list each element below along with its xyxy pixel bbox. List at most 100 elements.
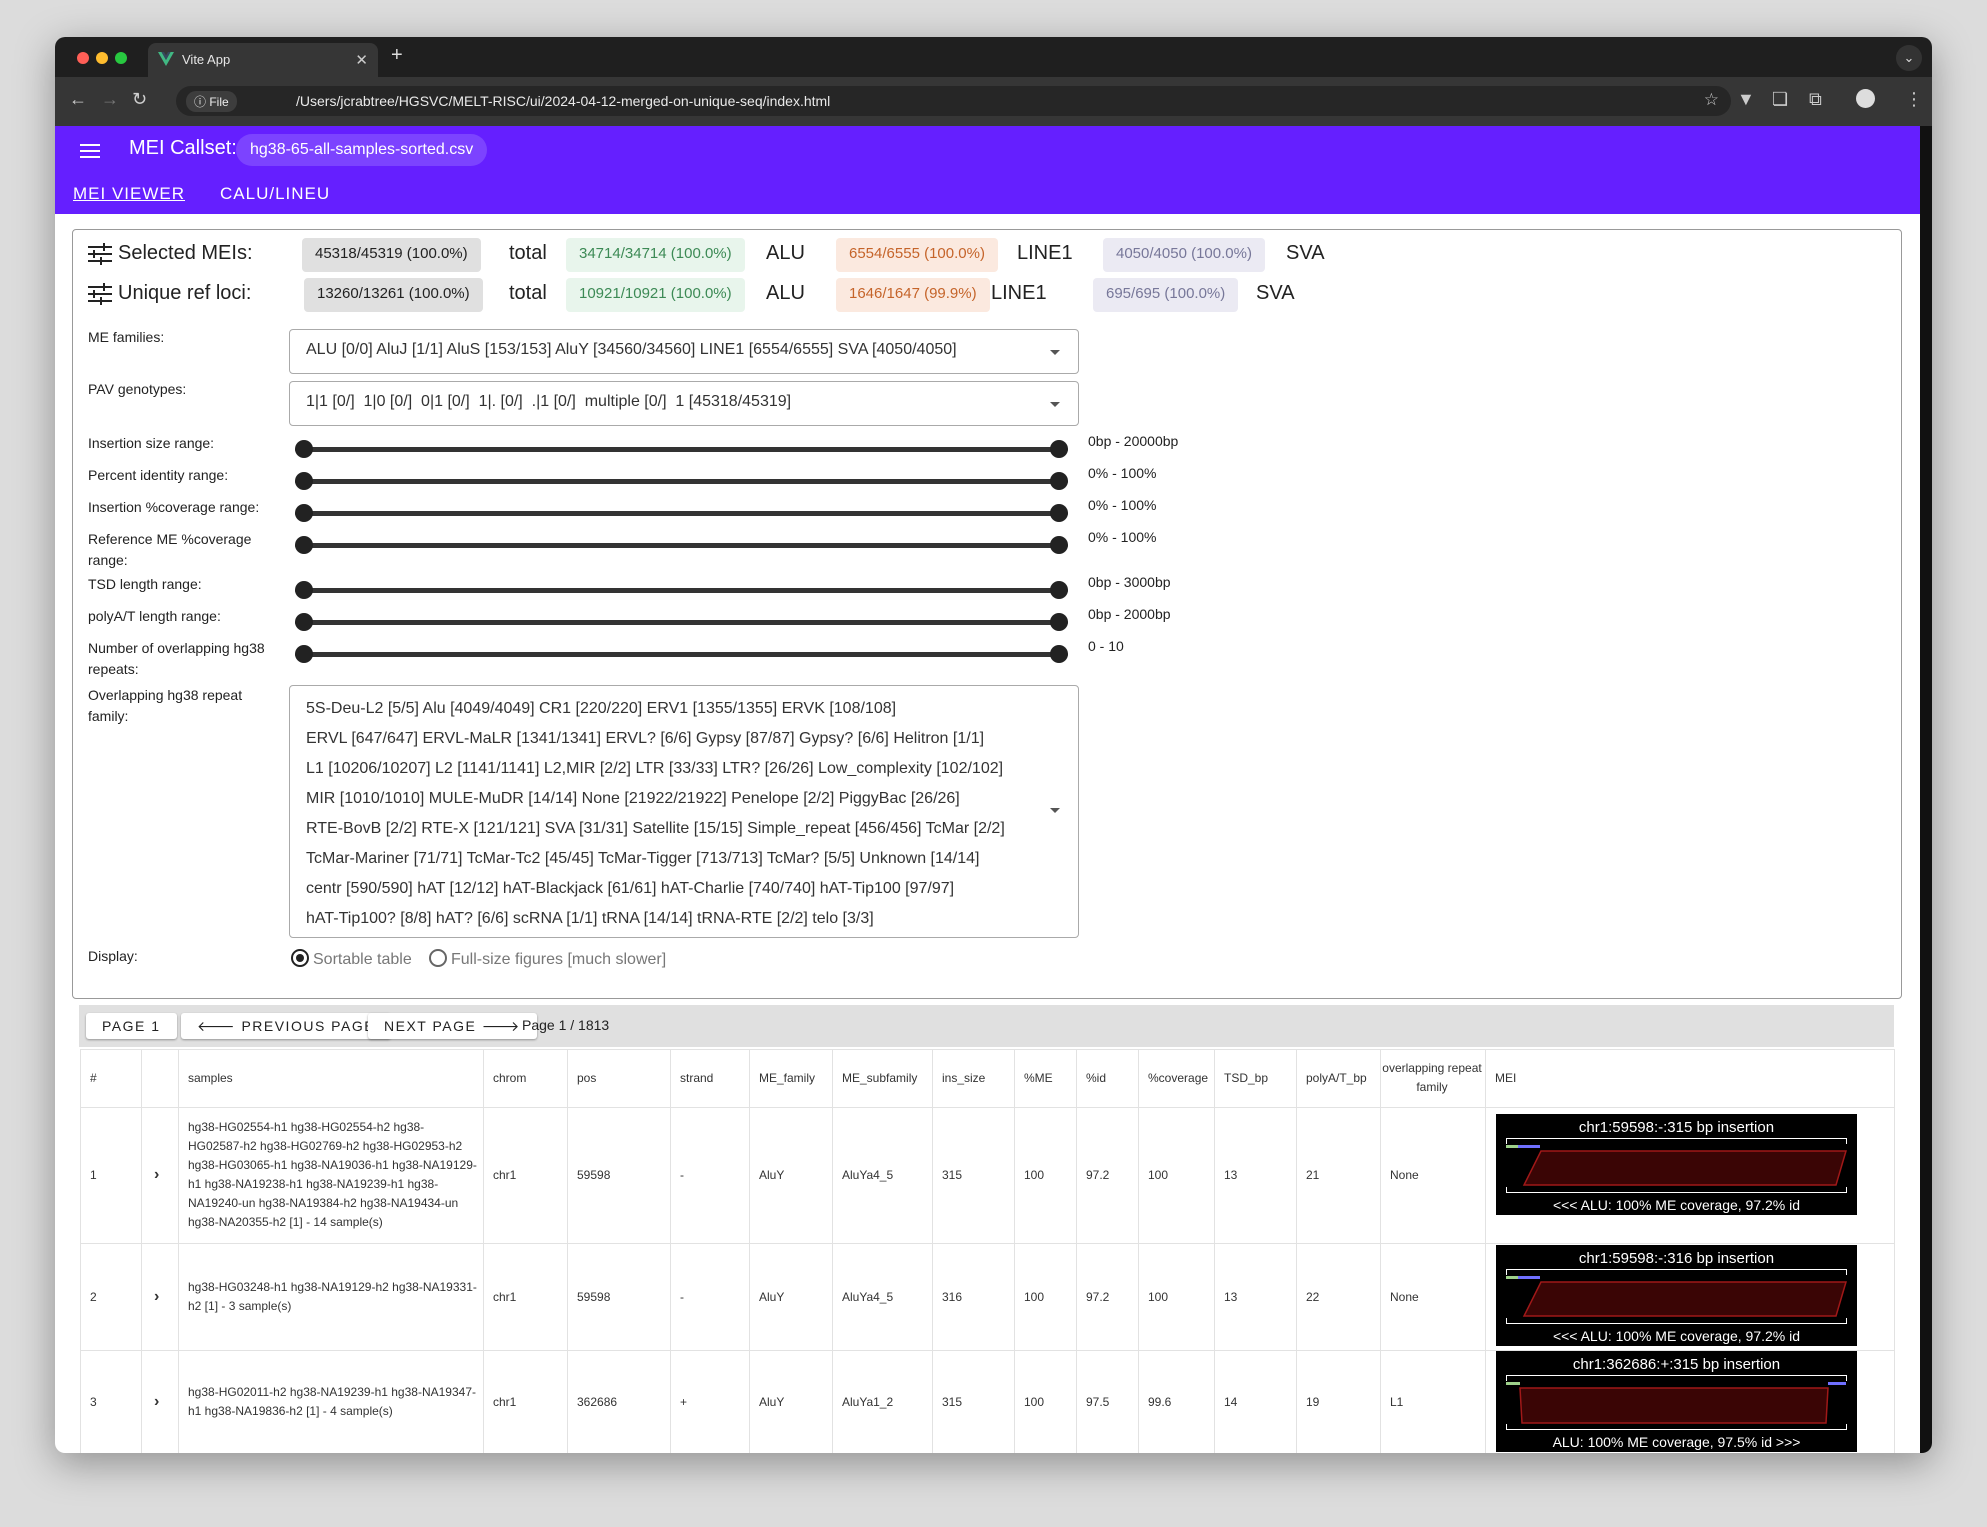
- slider-min-handle[interactable]: [295, 536, 313, 554]
- page-indicator: Page 1 / 1813: [522, 1017, 610, 1033]
- browser-menu-icon[interactable]: ⋮: [1905, 89, 1923, 110]
- slider-min-handle[interactable]: [295, 440, 313, 458]
- percent-id-cell: 97.5: [1086, 1394, 1110, 1409]
- column-header[interactable]: ins_size: [942, 1049, 985, 1107]
- site-info-badge[interactable]: ⓘ File: [186, 91, 237, 112]
- slider-max-handle[interactable]: [1050, 440, 1068, 458]
- chrom-cell: chr1: [493, 1394, 517, 1409]
- me-family-cell: AluY: [759, 1289, 785, 1304]
- tsd-length-slider[interactable]: [295, 581, 1068, 599]
- selected-meis-row: Selected MEIs: 45318/45319 (100.0%) tota…: [88, 238, 1325, 272]
- maximize-window-button[interactable]: [115, 52, 127, 64]
- tab-list-chevron-icon[interactable]: ⌄: [1896, 45, 1922, 71]
- insertion-size-slider[interactable]: [295, 440, 1068, 458]
- close-window-button[interactable]: [77, 52, 89, 64]
- slider-min-handle[interactable]: [295, 472, 313, 490]
- overlapping-repeats-slider[interactable]: [295, 645, 1068, 663]
- extension-v-icon[interactable]: ▼: [1737, 89, 1755, 110]
- new-tab-icon[interactable]: +: [391, 44, 403, 67]
- unique-alu-word: ALU: [766, 282, 805, 304]
- browser-toolbar: ← → ↻ ⓘ File /Users/jcrabtree/HGSVC/MELT…: [55, 77, 1932, 126]
- callset-label: MEI Callset:: [129, 137, 237, 159]
- percent-identity-slider[interactable]: [295, 472, 1068, 490]
- page-scrollbar[interactable]: [1920, 126, 1932, 1453]
- column-header[interactable]: polyA/T_bp: [1306, 1049, 1367, 1107]
- slider-min-handle[interactable]: [295, 645, 313, 663]
- slider-max-handle[interactable]: [1050, 645, 1068, 663]
- column-header[interactable]: %ME: [1024, 1049, 1053, 1107]
- me-families-select[interactable]: ALU [0/0] AluJ [1/1] AluS [153/153] AluY…: [289, 329, 1079, 374]
- repeat-family-line: ERVL [647/647] ERVL-MaLR [1341/1341] ERV…: [306, 730, 985, 747]
- bookmark-star-icon[interactable]: ☆: [1704, 90, 1719, 110]
- extensions-puzzle-icon[interactable]: ⧉: [1809, 89, 1822, 110]
- display-sortable-table-radio[interactable]: Sortable table: [291, 949, 412, 969]
- repeat-family-line: MIR [1010/1010] MULE-MuDR [14/14] None […: [306, 790, 960, 807]
- column-header[interactable]: TSD_bp: [1224, 1049, 1268, 1107]
- insertion-coverage-slider[interactable]: [295, 504, 1068, 522]
- back-icon[interactable]: ←: [69, 89, 87, 110]
- pav-genotypes-select[interactable]: 1|1 [0/] 1|0 [0/] 0|1 [0/] 1|. [0/] .|1 …: [289, 381, 1079, 426]
- address-bar[interactable]: ⓘ File /Users/jcrabtree/HGSVC/MELT-RISC/…: [176, 86, 1731, 116]
- slider-max-handle[interactable]: [1050, 536, 1068, 554]
- column-header[interactable]: strand: [680, 1049, 713, 1107]
- overlapping-repeats-value: 0 - 10: [1088, 638, 1124, 654]
- selected-alu-word: ALU: [766, 242, 805, 264]
- strand-cell: -: [680, 1289, 684, 1304]
- column-header[interactable]: pos: [577, 1049, 596, 1107]
- first-page-button[interactable]: PAGE 1: [86, 1013, 177, 1039]
- tune-icon: [88, 283, 112, 305]
- previous-page-button[interactable]: 🡐 PREVIOUS PAGE: [181, 1013, 392, 1039]
- slider-max-handle[interactable]: [1050, 581, 1068, 599]
- reload-icon[interactable]: ↻: [132, 89, 147, 110]
- slider-min-handle[interactable]: [295, 504, 313, 522]
- column-header[interactable]: overlapping repeat family: [1382, 1049, 1482, 1107]
- expand-row-chevron-icon[interactable]: ›: [154, 1107, 159, 1243]
- next-page-button[interactable]: NEXT PAGE 🡒: [368, 1013, 537, 1039]
- slider-min-handle[interactable]: [295, 613, 313, 631]
- slider-max-handle[interactable]: [1050, 472, 1068, 490]
- display-full-figures-radio[interactable]: Full-size figures [much slower]: [429, 949, 666, 969]
- browser-tab[interactable]: Vite App ✕: [148, 43, 378, 77]
- slider-max-handle[interactable]: [1050, 613, 1068, 631]
- strand-cell: -: [680, 1168, 684, 1182]
- column-header[interactable]: MEI: [1495, 1049, 1516, 1107]
- extension-stack-icon[interactable]: ❏: [1772, 89, 1788, 110]
- tab-calu-lineu[interactable]: CALU/LINEU: [220, 184, 330, 204]
- column-header[interactable]: #: [90, 1049, 97, 1107]
- chrom-cell: chr1: [493, 1168, 517, 1182]
- column-header[interactable]: samples: [188, 1049, 233, 1107]
- expand-row-chevron-icon[interactable]: ›: [154, 1243, 159, 1350]
- forward-icon[interactable]: →: [101, 89, 119, 110]
- tune-icon: [88, 243, 112, 265]
- expand-row-chevron-icon[interactable]: ›: [154, 1350, 159, 1453]
- repeat-family-line: L1 [10206/10207] L2 [1141/1141] L2,MIR […: [306, 760, 1004, 777]
- me-family-cell: AluY: [759, 1168, 785, 1182]
- minimize-window-button[interactable]: [96, 52, 108, 64]
- profile-avatar-icon[interactable]: [1856, 89, 1875, 108]
- repeat-family-line: centr [590/590] hAT [12/12] hAT-Blackjac…: [306, 880, 955, 897]
- coverage-cell: 100: [1148, 1168, 1169, 1182]
- pos-cell: 362686: [577, 1394, 618, 1409]
- close-tab-icon[interactable]: ✕: [355, 51, 368, 69]
- column-header[interactable]: %id: [1086, 1049, 1106, 1107]
- insertion-coverage-value: 0% - 100%: [1088, 497, 1157, 513]
- hamburger-menu-icon[interactable]: [80, 140, 100, 162]
- row-number: 2: [90, 1289, 97, 1304]
- polyat-length-slider[interactable]: [295, 613, 1068, 631]
- repeat-family-line: RTE-BovB [2/2] RTE-X [121/121] SVA [31/3…: [306, 820, 1005, 837]
- reference-me-coverage-slider[interactable]: [295, 536, 1068, 554]
- column-header[interactable]: chrom: [493, 1049, 526, 1107]
- insertion-size-label: Insertion size range:: [88, 435, 215, 451]
- url-text: /Users/jcrabtree/HGSVC/MELT-RISC/ui/2024…: [296, 93, 831, 109]
- pos-cell: 59598: [577, 1289, 611, 1304]
- selected-alu-chip: 34714/34714 (100.0%): [566, 238, 745, 272]
- slider-min-handle[interactable]: [295, 581, 313, 599]
- callset-chip[interactable]: hg38-65-all-samples-sorted.csv: [236, 134, 488, 166]
- column-header[interactable]: ME_subfamily: [842, 1049, 917, 1107]
- repeat-family-select[interactable]: 5S-Deu-L2 [5/5] Alu [4049/4049] CR1 [220…: [289, 685, 1079, 938]
- tab-mei-viewer[interactable]: MEI VIEWER: [73, 184, 185, 204]
- column-header[interactable]: ME_family: [759, 1049, 815, 1107]
- slider-max-handle[interactable]: [1050, 504, 1068, 522]
- column-header[interactable]: %coverage: [1148, 1049, 1208, 1107]
- file-label: File: [209, 95, 229, 109]
